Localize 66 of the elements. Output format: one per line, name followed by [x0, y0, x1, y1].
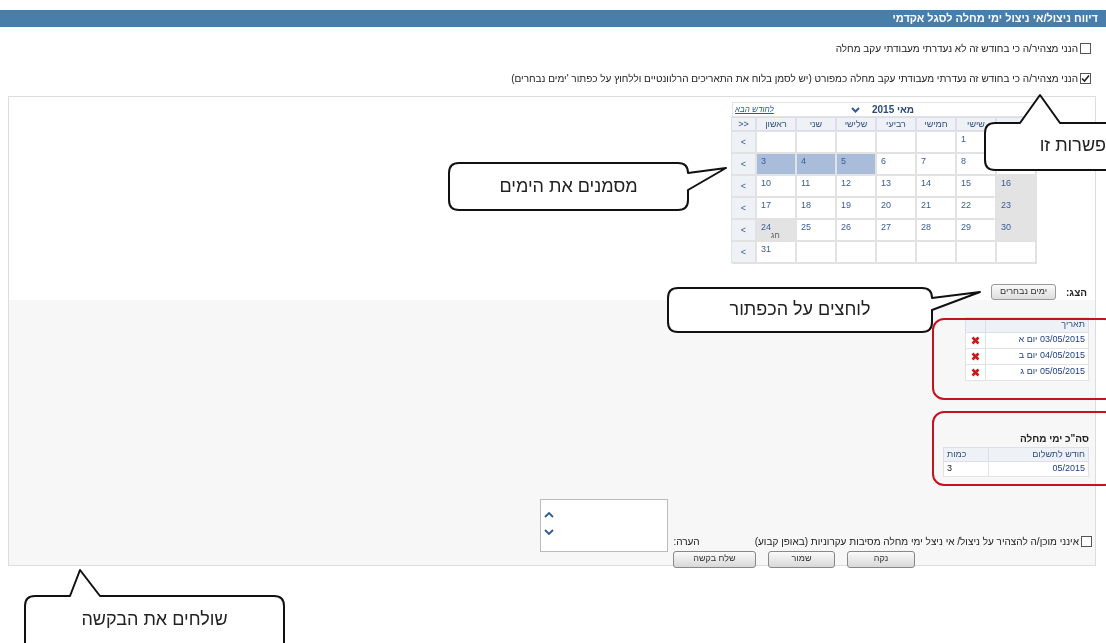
scroll-arrows-icon[interactable]	[544, 509, 555, 538]
day-cell[interactable]: 10	[756, 175, 796, 197]
chevron-down-icon[interactable]	[851, 106, 860, 113]
day-cell[interactable]: 27	[876, 219, 916, 241]
day-cell[interactable]: 16	[996, 175, 1036, 197]
note-field[interactable]	[540, 498, 669, 552]
checkbox-label: אינני מוכן/ה להצהיר על ניצול/ אי ניצל ימי מחלה מסיבות עקרוניות (באופן קבוע)	[754, 534, 1079, 549]
day-cell[interactable]: 19	[836, 197, 876, 219]
day-cell[interactable]: 5	[836, 153, 876, 175]
delete-icon[interactable]	[971, 336, 980, 346]
checkbox-label: הנני מצהיר/ה כי בחודש זה לא נעדרתי מעבודתי עקב מחלה	[835, 42, 1078, 56]
day-cell[interactable]: 23	[996, 197, 1036, 219]
column-header: חודש לתשלום	[988, 447, 1089, 462]
day-cell[interactable]: 25	[796, 219, 836, 241]
weekday-header: שלישי	[836, 117, 876, 131]
note-label: הערה:	[673, 534, 700, 549]
title-bar: דיווח ניצול/אי ניצול ימי מחלה לסגל אקדמי	[0, 10, 1106, 27]
day-cell[interactable]: 17	[756, 197, 796, 219]
delete-icon[interactable]	[971, 352, 980, 362]
checkbox-label: הנני מצהיר/ה כי בחודש זה נעדרתי מעבודתי עקב מחלה כמפורט (יש לסמן בלוח את התאריכים הרלוונטיים וללחוץ על כפתור 'ימים נבחרים)	[511, 72, 1078, 86]
day-cell[interactable]: 3	[756, 153, 796, 175]
day-cell[interactable]: 21	[916, 197, 956, 219]
table-cell: 05/05/2015 יום ג	[985, 364, 1089, 380]
day-cell[interactable]: 14	[916, 175, 956, 197]
day-cell[interactable]: 20	[876, 197, 916, 219]
day-cell[interactable]: 15	[956, 175, 996, 197]
next-month-link[interactable]: לחודש הבא	[735, 103, 774, 116]
form-button[interactable]: שלח בקשה	[673, 550, 756, 568]
day-cell[interactable]: 18	[796, 197, 836, 219]
checkbox[interactable]	[1080, 73, 1091, 84]
tooltip-text: פשרות זו	[1038, 134, 1106, 156]
month-title: מאי 2015	[872, 103, 915, 117]
section-title: סה"כ ימי מחלה	[1018, 431, 1089, 446]
day-cell[interactable]: 7	[916, 153, 956, 175]
form-button[interactable]: נקה	[847, 550, 915, 568]
day-cell[interactable]: 4	[796, 153, 836, 175]
show-label: הצג:	[1066, 285, 1087, 300]
tooltip-text: שולחים את הבקשה	[80, 608, 229, 630]
day-cell[interactable]: 6	[876, 153, 916, 175]
tooltip-text: לוחצים על הכפתור	[728, 298, 872, 320]
week-header: >>	[731, 117, 756, 131]
day-cell[interactable]: 29	[956, 219, 996, 241]
day-cell[interactable]: 13	[876, 175, 916, 197]
tooltip-text: מסמנים את הימים	[498, 175, 639, 197]
day-cell[interactable]: 22	[956, 197, 996, 219]
day-cell[interactable]: 12	[836, 175, 876, 197]
table-cell: 03/05/2015 יום א	[985, 332, 1089, 348]
holiday-note: חג	[771, 230, 780, 242]
day-cell[interactable]: 26	[836, 219, 876, 241]
column-header: כמות	[943, 447, 989, 462]
form-button[interactable]: שמור	[768, 550, 835, 568]
weekday-header: שני	[796, 117, 836, 131]
day-cell[interactable]: 31	[756, 241, 796, 263]
checkbox[interactable]	[1081, 535, 1092, 547]
day-cell[interactable]: 28	[916, 219, 956, 241]
selected-days-button[interactable]: ימים נבחרים	[991, 284, 1057, 300]
weekday-header: חמישי	[916, 117, 956, 131]
table-cell: 04/05/2015 יום ב	[985, 348, 1089, 364]
delete-icon[interactable]	[971, 368, 980, 378]
day-cell[interactable]: 11	[796, 175, 836, 197]
weekday-header: ראשון	[756, 117, 796, 131]
checkbox[interactable]	[1080, 43, 1091, 54]
day-cell[interactable]: 30	[996, 219, 1036, 241]
weekday-header: רביעי	[876, 117, 916, 131]
table-cell: 05/2015	[988, 461, 1089, 476]
table-cell: 3	[943, 461, 989, 476]
